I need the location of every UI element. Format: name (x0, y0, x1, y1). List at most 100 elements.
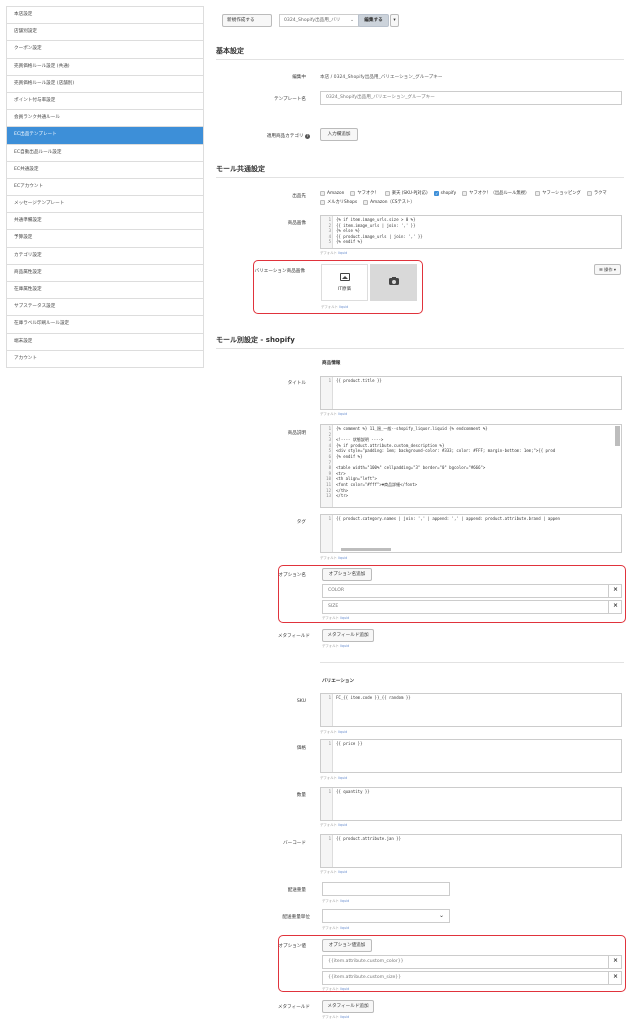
code-text: FC_{{ item.code }}_{{ random }} (336, 695, 411, 700)
checkbox-box[interactable] (320, 190, 325, 196)
destination-checkbox[interactable]: ヤフオク！ (350, 190, 379, 196)
sidebar-item[interactable]: クーポン設定 (7, 41, 203, 59)
sidebar-item[interactable]: アカウント (7, 350, 203, 368)
destination-checkbox[interactable]: ラクマ (586, 190, 607, 196)
code-line: 1 {{ product.category.names | join: ',' |… (321, 516, 621, 522)
variation-image-thumb[interactable]: IT原価 (321, 264, 368, 301)
close-icon[interactable]: × (608, 600, 622, 614)
edit-button[interactable]: 編集する (358, 13, 389, 27)
close-icon[interactable]: × (608, 955, 622, 969)
editing-label: 編集中 (292, 75, 306, 80)
sidebar-item[interactable]: 店舗別設定 (7, 24, 203, 42)
liquid-link[interactable]: liquid (340, 616, 349, 620)
scrollbar[interactable] (341, 548, 391, 551)
sidebar-item[interactable]: 商品属性設定 (7, 264, 203, 282)
destination-label: ヤフオク！ (357, 191, 379, 196)
option-value-input[interactable]: {{item.attribute.custom_color}} (322, 955, 622, 969)
template-select[interactable]: 0324_Shopify出品用_バリ ⌄ (279, 13, 359, 27)
destination-checkbox[interactable]: Amazon (320, 190, 344, 196)
default-prefix: デフォルト (320, 556, 337, 560)
liquid-link[interactable]: liquid (338, 412, 347, 416)
weight-unit-select[interactable]: ⌄ (322, 909, 450, 923)
template-name-input[interactable]: 0324_Shopify出品用_バリエーション_グループキー (320, 91, 622, 105)
option-name-input[interactable]: COLOR (322, 584, 622, 598)
checkbox-box[interactable] (384, 190, 390, 196)
checkbox-box[interactable] (320, 199, 325, 205)
checkbox-box[interactable] (586, 190, 592, 196)
operations-button[interactable]: ☰ 操作 ▾ (594, 264, 621, 275)
liquid-link[interactable]: liquid (338, 556, 347, 560)
liquid-link[interactable]: liquid (340, 926, 349, 930)
liquid-link[interactable]: liquid (338, 823, 347, 827)
sidebar-item[interactable]: サブステータス設定 (7, 299, 203, 317)
checkbox-box[interactable] (462, 190, 468, 196)
shipping-weight-input[interactable] (322, 882, 450, 896)
sidebar-item[interactable]: ポイント付与率設定 (7, 92, 203, 111)
close-icon[interactable]: × (608, 971, 622, 985)
sidebar-item[interactable]: 在庫ラベル印刷ルール設定 (7, 316, 203, 334)
liquid-link[interactable]: liquid (338, 251, 347, 255)
title-code-editor[interactable]: 1 {{ product.title }} (320, 376, 622, 410)
destination-checkbox[interactable]: shopify (433, 190, 456, 196)
sidebar-item[interactable]: EC共通設定 (7, 161, 203, 179)
checkbox-box[interactable] (363, 199, 369, 205)
description-code-editor[interactable]: 1 {% comment %} 11_過_一般--shopify_liquor.l… (320, 424, 622, 508)
new-button[interactable]: 新規作成する (222, 13, 272, 27)
liquid-link[interactable]: liquid (338, 776, 347, 780)
default-prefix: デフォルト (320, 730, 337, 734)
divider (320, 662, 624, 663)
add-option-value-button[interactable]: オプション値追加 (322, 939, 372, 952)
add-metafield-button[interactable]: メタフィールド追加 (322, 1000, 374, 1013)
close-icon[interactable]: × (608, 584, 622, 598)
sidebar-item[interactable]: 共通準備設定 (7, 213, 203, 231)
divider (216, 177, 624, 178)
liquid-link[interactable]: liquid (340, 987, 349, 991)
sidebar-item[interactable]: 予算設定 (7, 230, 203, 248)
add-metafield-button[interactable]: メタフィールド追加 (322, 629, 374, 642)
more-dropdown-button[interactable]: ▾ (390, 13, 399, 27)
price-code-editor[interactable]: 1 {{ price }} (320, 739, 622, 773)
sidebar-item[interactable]: 売買価格ルール設定 (共通) (7, 58, 203, 76)
tag-code-editor[interactable]: 1 {{ product.category.names | join: ',' |… (320, 514, 622, 553)
add-input-button[interactable]: 入力欄追加 (320, 128, 358, 141)
camera-upload-button[interactable] (370, 264, 417, 301)
scrollbar[interactable] (615, 426, 620, 446)
sidebar-item[interactable]: カテゴリ設定 (7, 247, 203, 265)
sidebar-item[interactable]: EC自動出品ルール設定 (7, 144, 203, 162)
destination-checkboxes: Amazon ヤフオク！ 楽天 (SKU-PJ対応) shopify ヤフオク！（出品ル… (320, 190, 624, 205)
checkbox-box[interactable] (433, 190, 439, 196)
sidebar-item[interactable]: EC出品テンプレート (7, 127, 203, 145)
default-liquid-note: デフォルト liquid (322, 615, 349, 620)
sku-code-editor[interactable]: 1 FC_{{ item.code }}_{{ random }} (320, 693, 622, 727)
image-code-editor[interactable]: 1 {% if item.image_urls.size > 0 %} 2{{ it… (320, 215, 622, 249)
sidebar-item[interactable]: 会員ランク共通ルール (7, 110, 203, 128)
checkbox-box[interactable] (350, 190, 356, 196)
line-number: 1 (328, 695, 331, 700)
destination-checkbox[interactable]: ヤフオク！（出品ルール無視） (462, 190, 529, 196)
add-option-name-button[interactable]: オプション名追加 (322, 568, 372, 581)
checkbox-box[interactable] (535, 190, 541, 196)
sidebar-item[interactable]: メッセージテンプレート (7, 196, 203, 214)
liquid-link[interactable]: liquid (340, 644, 349, 648)
destination-label: Amazon（CSテスト） (370, 200, 415, 205)
option-value-input[interactable]: {{item.attribute.custom_size}} (322, 971, 622, 985)
option-name-input[interactable]: SIZE (322, 600, 622, 614)
liquid-link[interactable]: liquid (339, 305, 348, 309)
quantity-code-editor[interactable]: 1 {{ quantity }} (320, 787, 622, 821)
sidebar-item[interactable]: 本店設定 (7, 7, 203, 25)
destination-checkbox[interactable]: Amazon（CSテスト） (363, 199, 415, 205)
divider (216, 59, 624, 60)
sidebar-item[interactable]: 端末設定 (7, 333, 203, 351)
liquid-link[interactable]: liquid (340, 899, 349, 903)
sidebar-item[interactable]: 在庫属性設定 (7, 282, 203, 300)
destination-checkbox[interactable]: ヤフーショッピング (535, 190, 581, 196)
liquid-link[interactable]: liquid (338, 870, 347, 874)
operations-label: 操作 ▾ (604, 267, 616, 272)
barcode-code-editor[interactable]: 1 {{ product.attribute.jan }} (320, 834, 622, 868)
liquid-link[interactable]: liquid (338, 730, 347, 734)
destination-checkbox[interactable]: メルカリShops (320, 199, 357, 205)
destination-checkbox[interactable]: 楽天 (SKU-PJ対応) (384, 190, 428, 196)
sidebar-item[interactable]: 売買価格ルール設定 (店舗別) (7, 75, 203, 93)
liquid-link[interactable]: liquid (340, 1015, 349, 1019)
sidebar-item[interactable]: ECアカウント (7, 178, 203, 197)
